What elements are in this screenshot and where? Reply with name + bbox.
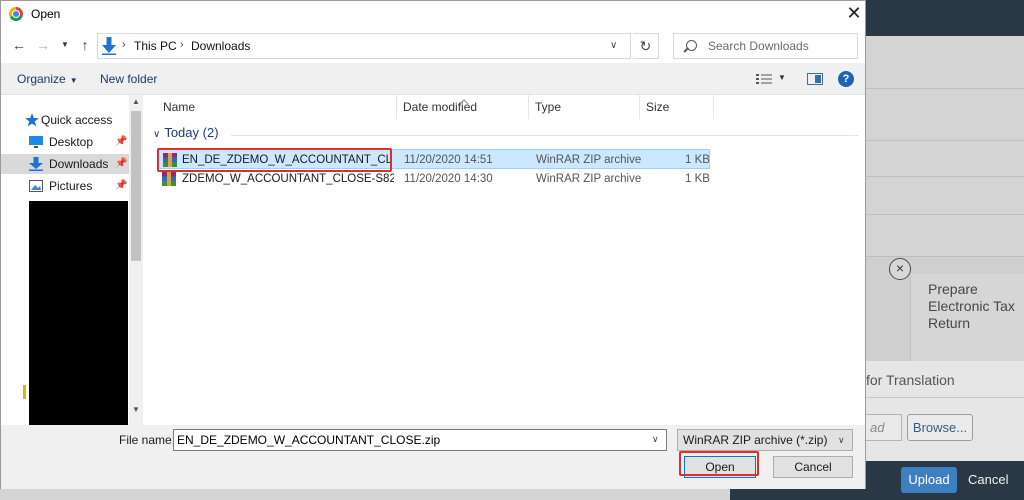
download-icon bbox=[29, 157, 43, 171]
caret-down-icon[interactable]: ▼ bbox=[778, 73, 786, 82]
caret-down-icon: ▼ bbox=[69, 76, 78, 85]
address-bar[interactable]: › This PC › Downloads ∨ bbox=[97, 33, 631, 59]
breadcrumb-this-pc[interactable]: This PC bbox=[134, 39, 177, 53]
chevron-down-icon: ∨ bbox=[153, 129, 161, 140]
sidebar-item-label: Quick access bbox=[41, 113, 113, 127]
chrome-icon bbox=[9, 7, 23, 21]
file-name: ZDEMO_W_ACCOUNTANT_CLOSE-S8210... bbox=[182, 173, 394, 185]
organize-label: Organize bbox=[17, 72, 66, 86]
download-icon bbox=[102, 37, 116, 55]
file-size: 1 KB bbox=[685, 173, 710, 185]
upload-button[interactable]: Upload bbox=[901, 467, 957, 493]
close-icon[interactable]: ✕ bbox=[843, 3, 865, 25]
upload-dialog-title: for Translation bbox=[866, 372, 955, 388]
upload-file-input[interactable]: ad bbox=[866, 414, 902, 441]
divider bbox=[866, 176, 1024, 177]
chevron-down-icon[interactable]: ∨ bbox=[610, 40, 617, 51]
sidebar-item-pictures[interactable]: Pictures 📌 bbox=[11, 176, 127, 196]
sidebar-item-desktop[interactable]: Desktop 📌 bbox=[11, 132, 127, 152]
column-header-size[interactable]: Size bbox=[640, 95, 714, 119]
arrow-up-icon[interactable]: ↑ bbox=[77, 37, 93, 53]
file-size: 1 KB bbox=[685, 154, 710, 166]
star-icon bbox=[25, 113, 39, 127]
refresh-icon[interactable]: ↻ bbox=[633, 33, 659, 59]
file-date: 11/20/2020 14:51 bbox=[404, 154, 493, 166]
organize-button[interactable]: Organize ▼ bbox=[17, 72, 78, 86]
arrow-right-icon[interactable]: → bbox=[35, 37, 51, 53]
search-input[interactable] bbox=[708, 37, 853, 55]
cancel-button[interactable]: Cancel bbox=[773, 456, 853, 478]
file-name-label: File name: bbox=[119, 433, 176, 447]
dialog-title: Open bbox=[31, 7, 61, 21]
chevron-right-icon: › bbox=[180, 39, 184, 51]
arrow-left-icon[interactable]: ← bbox=[11, 37, 27, 53]
search-box[interactable] bbox=[673, 33, 858, 59]
navigation-bar: ← → ▼ ↑ › This PC › Downloads ∨ ↻ bbox=[1, 29, 865, 63]
desktop-icon bbox=[29, 136, 43, 148]
dialog-titlebar: Open ✕ bbox=[1, 1, 865, 29]
file-type-filter[interactable]: WinRAR ZIP archive (*.zip) ∨ bbox=[677, 429, 853, 451]
breadcrumb-downloads[interactable]: Downloads bbox=[191, 39, 250, 53]
search-icon bbox=[686, 40, 697, 51]
sidebar-item-label: Downloads bbox=[49, 157, 109, 171]
sidebar-item-downloads[interactable]: Downloads 📌 bbox=[1, 154, 129, 174]
chevron-right-icon: › bbox=[122, 39, 126, 51]
app-header-bar bbox=[866, 0, 1024, 36]
filter-value: WinRAR ZIP archive (*.zip) bbox=[683, 433, 828, 447]
navigation-pane: Quick access Desktop 📌 Downloads 📌 Pictu… bbox=[1, 95, 143, 425]
file-type: WinRAR ZIP archive bbox=[536, 154, 642, 166]
sort-caret-icon bbox=[459, 99, 469, 105]
scrollbar-thumb[interactable] bbox=[131, 111, 141, 261]
divider bbox=[231, 135, 859, 136]
task-card-title: Prepare Electronic Tax Return bbox=[928, 281, 1015, 331]
upload-cancel-button[interactable]: Cancel bbox=[968, 467, 1008, 493]
file-name-combobox[interactable]: ∨ bbox=[173, 429, 667, 451]
pin-icon[interactable]: 📌 bbox=[115, 176, 127, 196]
sidebar-item-label: Pictures bbox=[49, 179, 93, 193]
chevron-down-icon[interactable]: ▼ bbox=[57, 37, 73, 53]
redacted-area bbox=[29, 201, 128, 425]
chevron-down-icon[interactable]: ∨ bbox=[652, 434, 659, 445]
column-header-type[interactable]: Type bbox=[529, 95, 640, 119]
scroll-up-icon[interactable]: ▲ bbox=[129, 95, 143, 109]
file-type: WinRAR ZIP archive bbox=[536, 173, 642, 185]
file-list: Name Date modified Type Size ∨ Today (2) … bbox=[149, 95, 865, 425]
sidebar-item-quick-access[interactable]: Quick access bbox=[19, 110, 129, 130]
help-icon[interactable]: ? bbox=[838, 71, 854, 87]
file-date: 11/20/2020 14:30 bbox=[404, 173, 493, 185]
open-file-dialog: Open ✕ ← → ▼ ↑ › This PC › Downloads ∨ ↻… bbox=[0, 0, 866, 489]
file-name-input[interactable] bbox=[177, 432, 647, 448]
command-toolbar: Organize ▼ New folder ▼ ? bbox=[1, 63, 865, 95]
divider bbox=[866, 88, 1024, 89]
folder-edge bbox=[23, 385, 26, 399]
annotation-highlight-file bbox=[157, 148, 392, 172]
preview-pane-icon[interactable] bbox=[807, 73, 823, 85]
pin-icon[interactable]: 📌 bbox=[115, 154, 127, 174]
sidebar-item-label: Desktop bbox=[49, 135, 94, 149]
new-folder-button[interactable]: New folder bbox=[100, 72, 157, 86]
navpane-scrollbar[interactable]: ▲ ▼ bbox=[129, 95, 143, 425]
divider bbox=[866, 140, 1024, 141]
scroll-down-icon[interactable]: ▼ bbox=[129, 403, 143, 417]
pin-icon[interactable]: 📌 bbox=[115, 132, 127, 152]
column-header-name[interactable]: Name bbox=[157, 95, 397, 119]
annotation-highlight-open bbox=[679, 451, 759, 476]
winrar-archive-icon bbox=[162, 172, 176, 186]
table-row[interactable]: ZDEMO_W_ACCOUNTANT_CLOSE-S8210... 11/20/… bbox=[157, 169, 710, 189]
close-icon[interactable]: × bbox=[889, 258, 911, 280]
pictures-icon bbox=[29, 180, 43, 192]
divider bbox=[866, 214, 1024, 215]
group-header-today[interactable]: ∨ Today (2) bbox=[153, 125, 219, 140]
chevron-down-icon: ∨ bbox=[838, 435, 845, 445]
browse-button[interactable]: Browse... bbox=[907, 414, 973, 441]
group-label: Today (2) bbox=[164, 125, 219, 140]
view-options-icon[interactable] bbox=[756, 73, 772, 85]
